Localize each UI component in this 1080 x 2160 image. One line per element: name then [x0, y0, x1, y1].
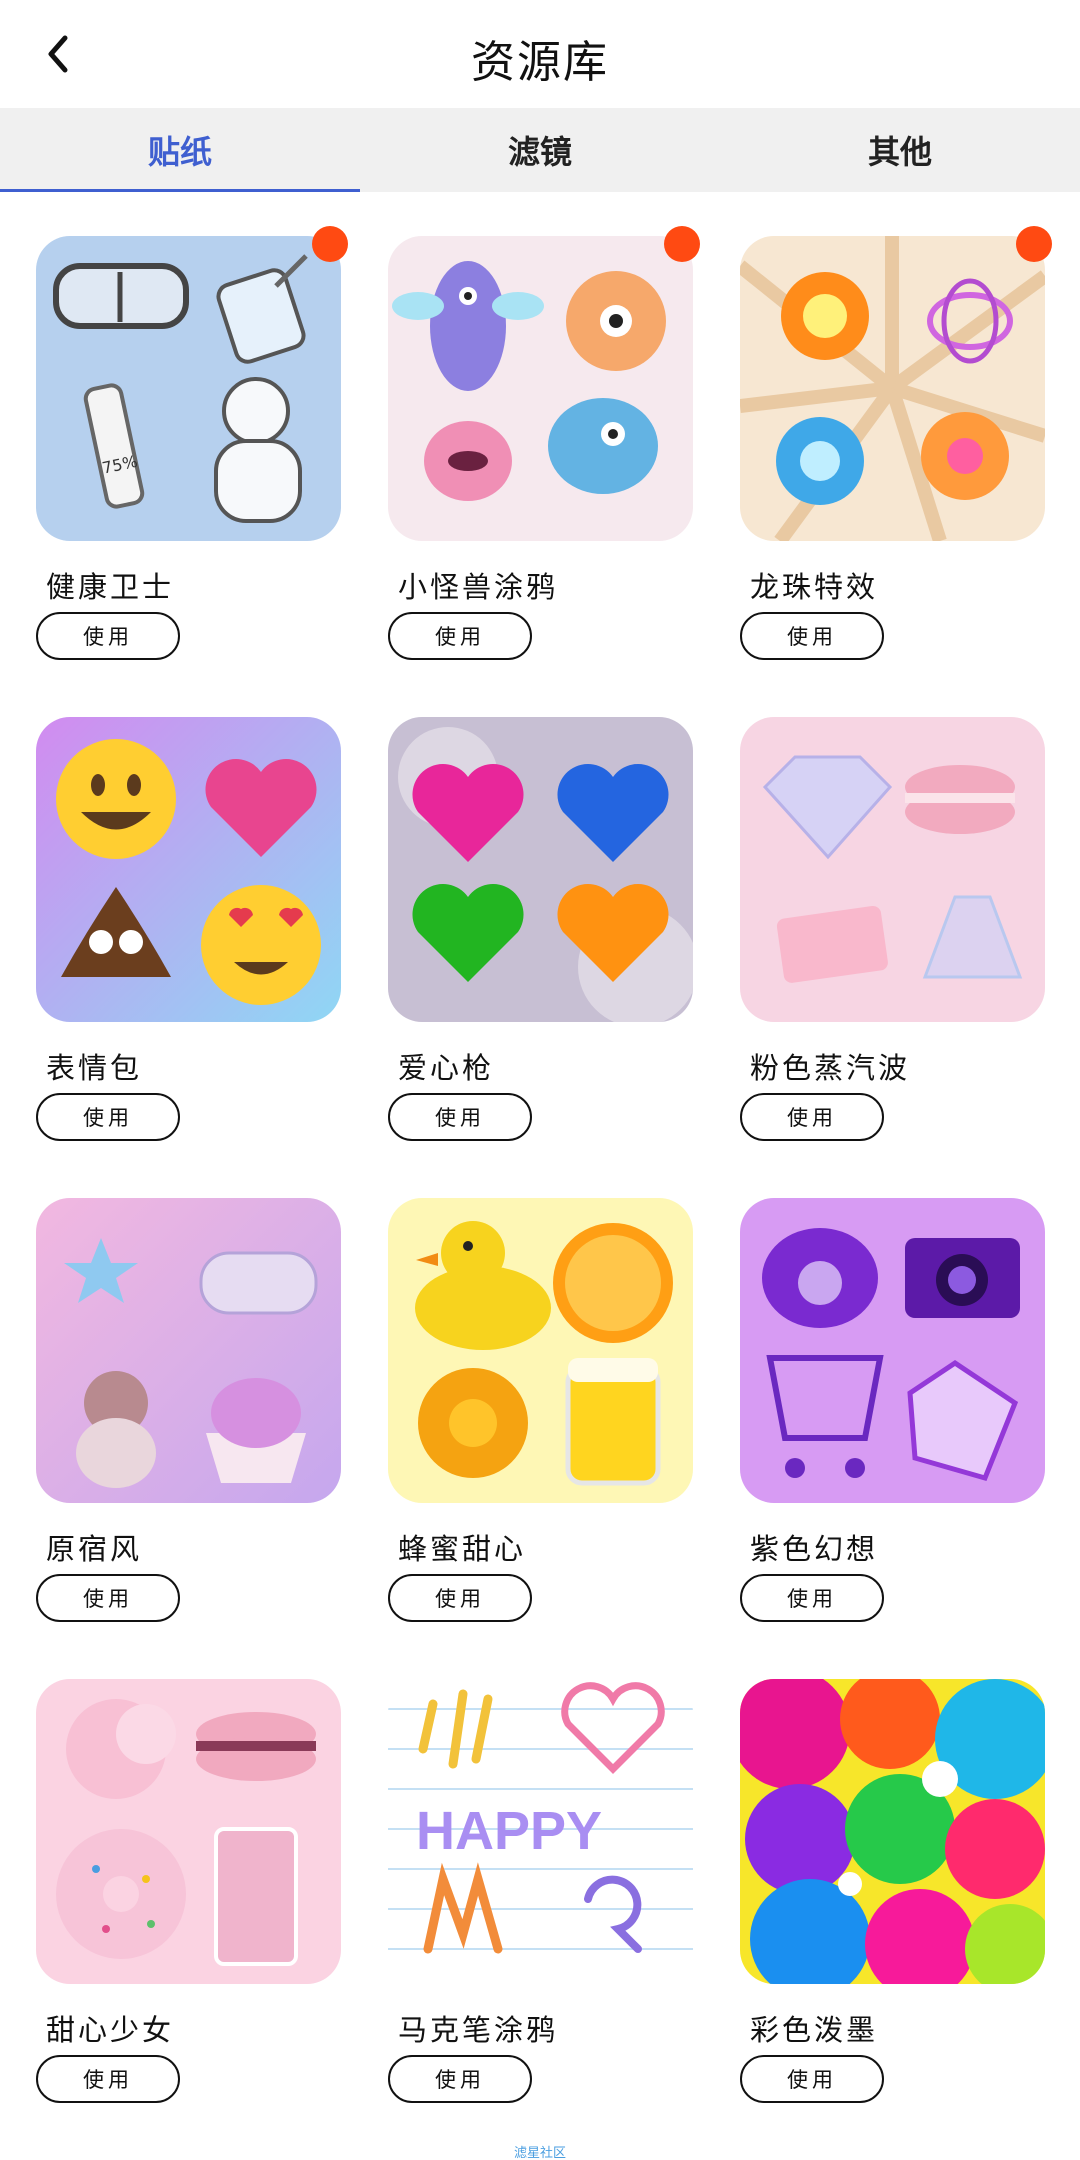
- pack-card-health-guard[interactable]: 75% 健康卫士 使用: [36, 192, 348, 660]
- pack-name: 原宿风: [46, 1532, 143, 1566]
- pack-card-color-splash[interactable]: 彩色泼墨 使用: [740, 1635, 1045, 2103]
- pack-thumbnail[interactable]: HAPPY: [388, 1679, 693, 1984]
- pack-card-purple-fantasy[interactable]: 紫色幻想 使用: [740, 1154, 1045, 1622]
- pack-name: 龙珠特效: [750, 570, 879, 604]
- top-bar: 资源库: [0, 0, 1080, 108]
- pack-thumbnail[interactable]: [388, 236, 693, 541]
- use-button[interactable]: 使用: [740, 2055, 884, 2103]
- use-button[interactable]: 使用: [740, 1574, 884, 1622]
- use-button[interactable]: 使用: [388, 1093, 532, 1141]
- use-button[interactable]: 使用: [36, 1093, 180, 1141]
- pack-thumbnail[interactable]: [740, 717, 1045, 1022]
- pack-thumbnail[interactable]: [740, 236, 1045, 541]
- pack-card-sweet-girl[interactable]: 甜心少女 使用: [36, 1635, 341, 2103]
- pack-thumbnail[interactable]: [36, 717, 341, 1022]
- pack-name: 爱心枪: [398, 1051, 495, 1085]
- pack-name: 马克笔涂鸦: [398, 2013, 559, 2047]
- use-button[interactable]: 使用: [36, 1574, 180, 1622]
- pack-thumbnail[interactable]: [388, 1198, 693, 1503]
- pack-name: 表情包: [46, 1051, 143, 1085]
- pack-name: 健康卫士: [46, 570, 175, 604]
- watermark-text: 滤星社区: [513, 2146, 566, 2160]
- pack-name: 蜂蜜甜心: [398, 1532, 527, 1566]
- pack-card-emoji[interactable]: 表情包 使用: [36, 673, 341, 1141]
- use-button[interactable]: 使用: [740, 1093, 884, 1141]
- pack-thumbnail[interactable]: [36, 1198, 341, 1503]
- pack-card-marker-doodle[interactable]: HAPPY 马克笔涂鸦 使用: [388, 1635, 693, 2103]
- pack-thumbnail[interactable]: 75%: [36, 236, 341, 541]
- use-button[interactable]: 使用: [36, 2055, 180, 2103]
- pack-card-harajuku[interactable]: 原宿风 使用: [36, 1154, 341, 1622]
- new-badge: [1016, 226, 1052, 262]
- tab-other[interactable]: 其他: [720, 108, 1080, 192]
- pack-thumbnail[interactable]: [740, 1679, 1045, 1984]
- pack-card-honey-sweet[interactable]: 蜂蜜甜心 使用: [388, 1154, 693, 1622]
- pack-card-heart-gun[interactable]: 爱心枪 使用: [388, 673, 693, 1141]
- use-button[interactable]: 使用: [36, 612, 180, 660]
- new-badge: [664, 226, 700, 262]
- pack-thumbnail[interactable]: [36, 1679, 341, 1984]
- use-button[interactable]: 使用: [388, 2055, 532, 2103]
- pack-name: 粉色蒸汽波: [750, 1051, 911, 1085]
- pack-thumbnail[interactable]: [388, 717, 693, 1022]
- pack-card-monster-doodle[interactable]: 小怪兽涂鸦 使用: [388, 192, 700, 660]
- tab-stickers[interactable]: 贴纸: [0, 108, 360, 192]
- tab-filters[interactable]: 滤镜: [360, 108, 720, 192]
- pack-name: 小怪兽涂鸦: [398, 570, 559, 604]
- use-button[interactable]: 使用: [388, 1574, 532, 1622]
- pack-card-pink-vaporwave[interactable]: 粉色蒸汽波 使用: [740, 673, 1045, 1141]
- page-title: 资源库: [471, 37, 609, 88]
- pack-card-dragonball-effects[interactable]: 龙珠特效 使用: [740, 192, 1052, 660]
- use-button[interactable]: 使用: [740, 612, 884, 660]
- tab-bar: 贴纸 滤镜 其他: [0, 108, 1080, 192]
- svg-text:HAPPY: HAPPY: [416, 1801, 602, 1861]
- use-button[interactable]: 使用: [388, 612, 532, 660]
- pack-name: 紫色幻想: [750, 1532, 879, 1566]
- new-badge: [312, 226, 348, 262]
- pack-name: 彩色泼墨: [750, 2013, 879, 2047]
- pack-name: 甜心少女: [46, 2013, 175, 2047]
- pack-thumbnail[interactable]: [740, 1198, 1045, 1503]
